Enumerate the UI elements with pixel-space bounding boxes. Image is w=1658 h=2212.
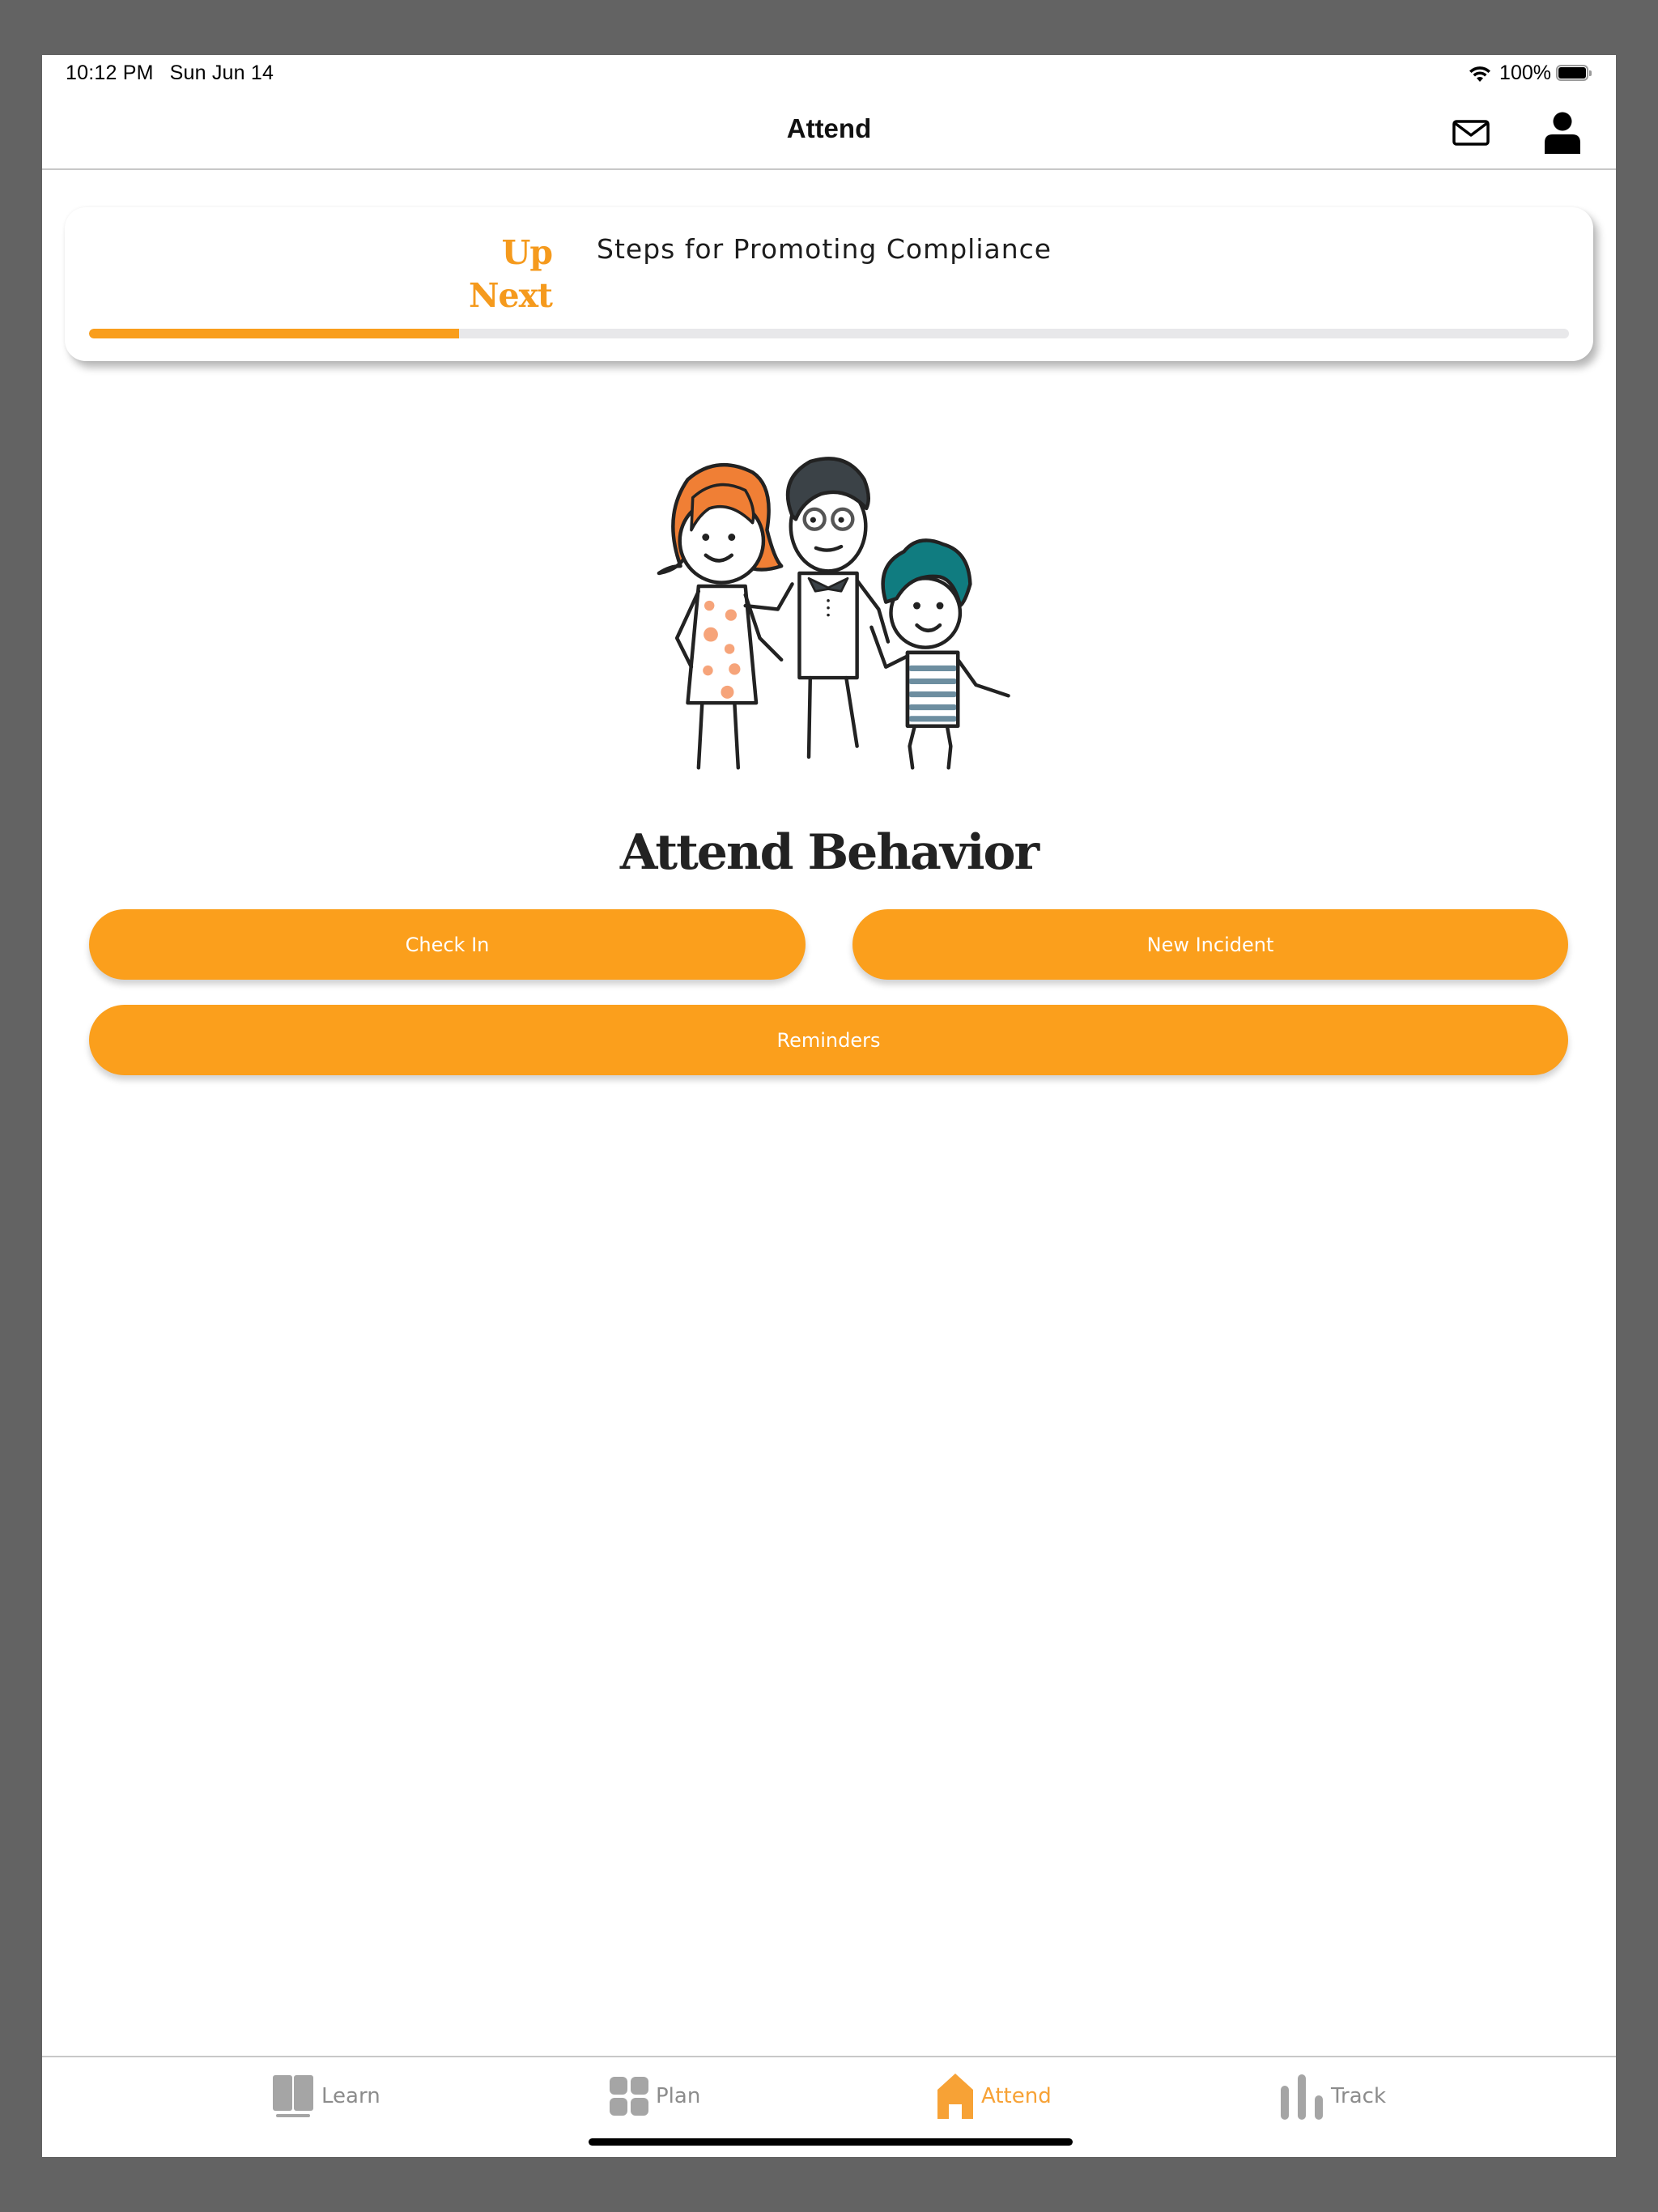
bar-chart-icon [1281, 2074, 1323, 2120]
family-illustration [657, 457, 1010, 770]
profile-button[interactable] [1538, 108, 1587, 157]
up-next-label-line1: Up [501, 233, 553, 272]
grid-icon [610, 2077, 648, 2116]
tab-attend-label: Attend [981, 2084, 1052, 2108]
up-next-label: Up Next [469, 232, 553, 317]
progress-fill [89, 329, 459, 338]
status-date: Sun Jun 14 [169, 62, 274, 84]
check-in-button[interactable]: Check In [89, 909, 806, 980]
tab-learn[interactable]: Learn [271, 2074, 380, 2119]
father-figure [785, 457, 891, 759]
tab-track[interactable]: Track [1279, 2074, 1387, 2120]
battery-icon [1556, 64, 1593, 83]
status-bar-left: 10:12 PM Sun Jun 14 [66, 62, 274, 85]
up-next-card[interactable]: Up Next Steps for Promoting Compliance [65, 207, 1593, 361]
tab-plan[interactable]: Plan [609, 2074, 700, 2119]
battery-percent: 100% [1499, 62, 1551, 84]
section-heading: Attend Behavior [619, 824, 1039, 881]
progress-bar [89, 329, 1569, 338]
up-next-title: Steps for Promoting Compliance [597, 233, 1052, 265]
reminders-button[interactable]: Reminders [89, 1005, 1568, 1075]
wifi-icon [1469, 66, 1491, 82]
page-title: Attend [786, 113, 872, 143]
app-screen: 10:12 PM Sun Jun 14 100% Attend Up Next … [42, 55, 1616, 2157]
new-incident-button[interactable]: New Incident [852, 909, 1568, 980]
person-icon [1545, 112, 1580, 154]
navigation-bar: Attend [42, 96, 1616, 170]
status-time: 10:12 PM [66, 62, 154, 84]
tab-track-label: Track [1331, 2084, 1387, 2108]
home-icon [937, 2074, 973, 2119]
book-icon [273, 2075, 313, 2117]
tab-plan-label: Plan [656, 2084, 701, 2108]
status-bar-right: 100% [1467, 62, 1593, 85]
child-figure [869, 538, 1010, 770]
up-next-label-line2: Next [469, 276, 553, 315]
mail-icon [1452, 120, 1490, 146]
home-indicator [589, 2138, 1073, 2146]
mail-button[interactable] [1447, 108, 1495, 157]
tab-learn-label: Learn [321, 2084, 380, 2108]
tab-attend[interactable]: Attend [936, 2074, 1052, 2119]
